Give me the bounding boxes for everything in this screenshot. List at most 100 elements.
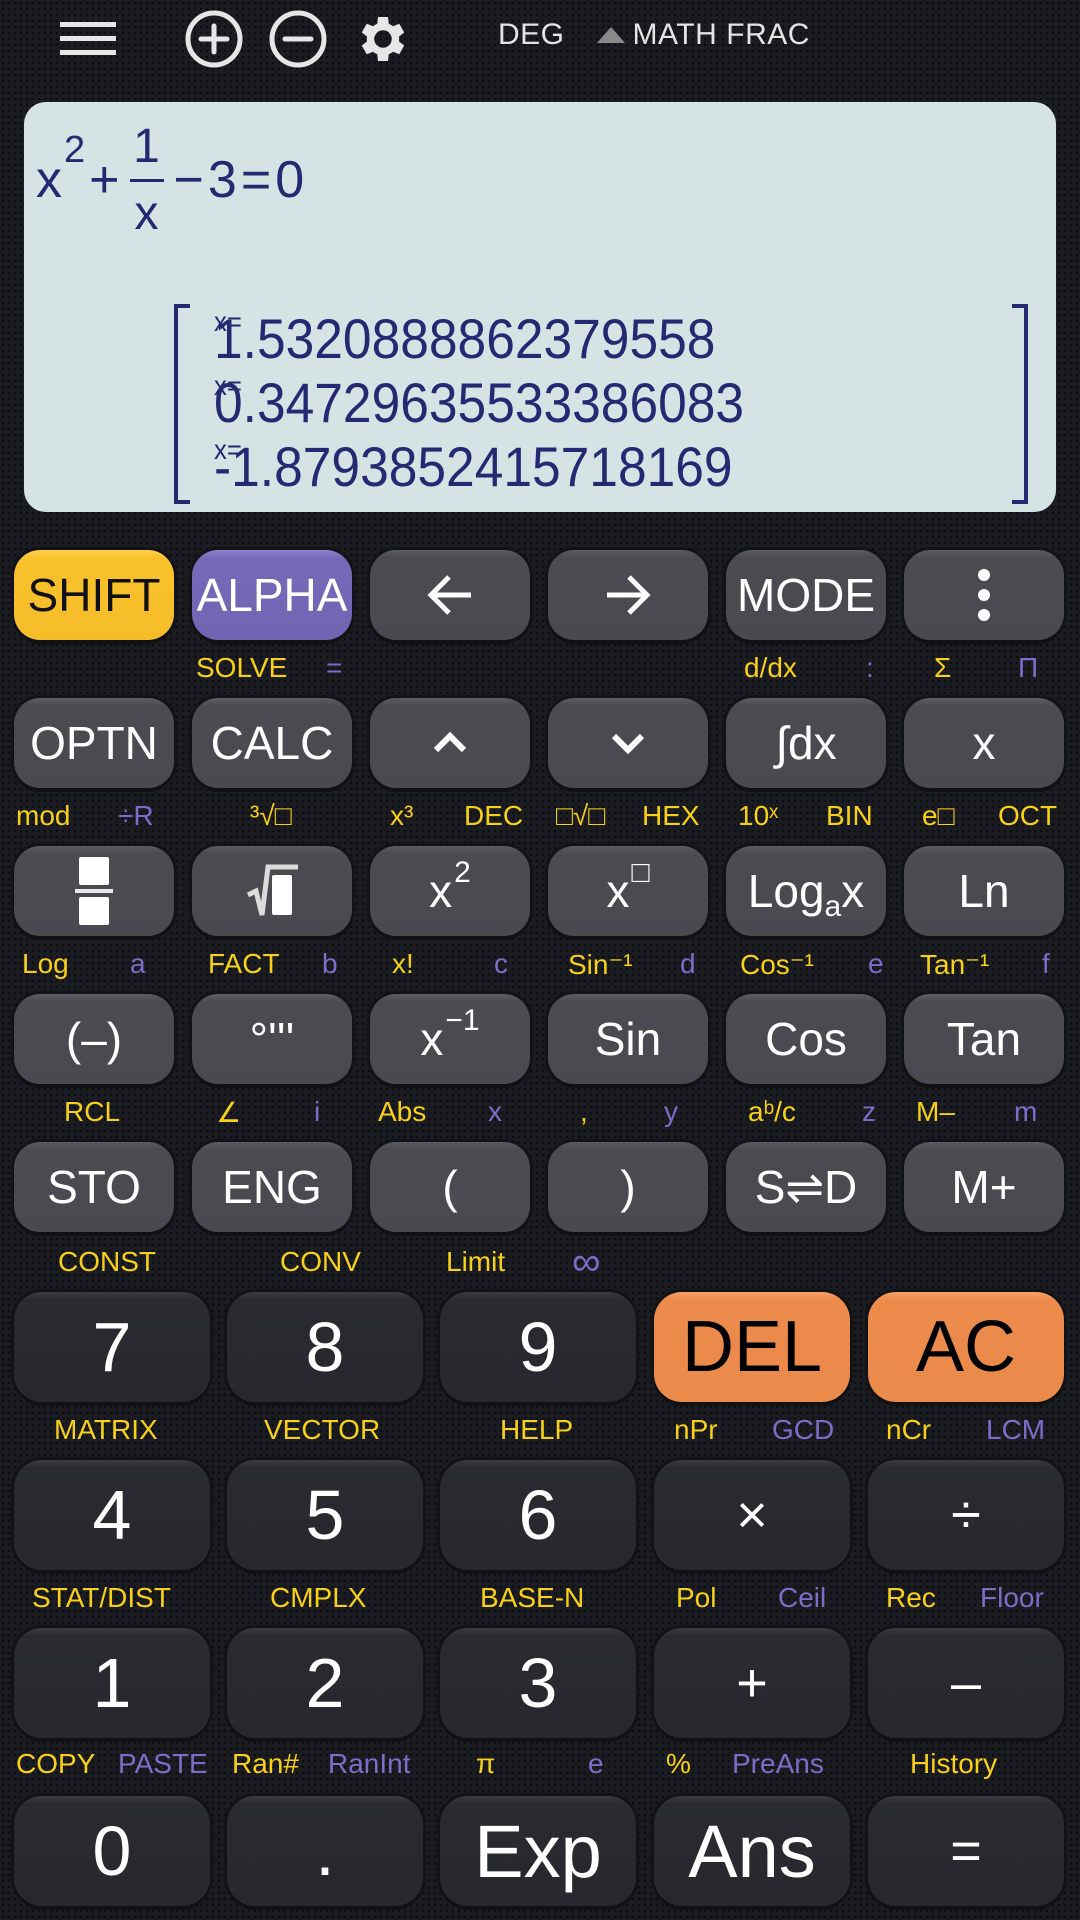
key-sin[interactable]: Sin <box>548 994 708 1084</box>
key-ans[interactable]: Ans <box>654 1796 850 1906</box>
shift-function-tan: Tan⁻¹ <box>920 949 990 980</box>
shift-function-pol: Pol <box>676 1582 717 1613</box>
key-label: × <box>736 1485 768 1545</box>
key-calc[interactable]: CALC <box>192 698 352 788</box>
key-cos[interactable]: Cos <box>726 994 886 1084</box>
key-degrees-minutes-seconds[interactable]: °''' <box>192 994 352 1084</box>
shift-function-abs: Abs <box>378 1096 427 1127</box>
key-square[interactable]: x2 <box>370 846 530 936</box>
key-cursor-down[interactable] <box>548 698 708 788</box>
key-variable-x[interactable]: x <box>904 698 1064 788</box>
eq-plus: + <box>89 151 120 209</box>
key-cursor-up[interactable] <box>370 698 530 788</box>
key-8[interactable]: 8 <box>227 1292 423 1402</box>
key-optn[interactable]: OPTN <box>14 698 174 788</box>
secondary-labels-row1: SOLVE = d/dx: Σ Π <box>0 652 1080 688</box>
key-add[interactable]: + <box>654 1628 850 1738</box>
secondary-labels-row2: mod ÷R ³√□ x³ DEC □√□ HEX 10ˣ BIN e□ OCT <box>0 800 1080 836</box>
key-reciprocal[interactable]: x −1 <box>370 994 530 1084</box>
key-eng[interactable]: ENG <box>192 1142 352 1232</box>
key-log-base[interactable]: Log a x <box>726 846 886 936</box>
shift-function-matrix: MATRIX <box>54 1414 158 1445</box>
solution-label: x= <box>214 434 242 465</box>
key-4[interactable]: 4 <box>14 1460 210 1570</box>
key-0[interactable]: 0 <box>14 1796 210 1906</box>
key-divide[interactable]: ÷ <box>868 1460 1064 1570</box>
key-7[interactable]: 7 <box>14 1292 210 1402</box>
key-close-paren[interactable]: ) <box>548 1142 708 1232</box>
zoom-in-icon[interactable] <box>184 10 244 68</box>
key-label: Log <box>747 865 825 917</box>
solution-matrix: x= 1.5320888862379558 x= 0.347296355333860… <box>174 304 1028 504</box>
key-multiply[interactable]: × <box>654 1460 850 1570</box>
key-exp[interactable]: Exp <box>440 1796 636 1906</box>
key-del[interactable]: DEL <box>654 1292 850 1402</box>
key-open-paren[interactable]: ( <box>370 1142 530 1232</box>
eq-numerator: 1 <box>133 119 160 173</box>
output-format: FRAC <box>726 18 810 51</box>
key-6[interactable]: 6 <box>440 1460 636 1570</box>
eq-minus: − <box>173 151 204 209</box>
key-alpha[interactable]: ALPHA <box>192 550 352 640</box>
key-power[interactable]: x □ <box>548 846 708 936</box>
key-label: 4 <box>92 1476 132 1554</box>
key-subtract[interactable]: – <box>868 1628 1064 1738</box>
key-2[interactable]: 2 <box>227 1628 423 1738</box>
menu-icon[interactable] <box>60 10 120 68</box>
key-5[interactable]: 5 <box>227 1460 423 1570</box>
shift-function-dec: DEC <box>464 800 524 831</box>
fraction-bar <box>129 178 164 182</box>
key-3[interactable]: 3 <box>440 1628 636 1738</box>
zoom-out-icon[interactable] <box>268 10 328 68</box>
key-cursor-left[interactable] <box>370 550 530 640</box>
settings-icon[interactable] <box>352 10 414 68</box>
status-indicators: DEG MATH FRAC <box>498 18 810 52</box>
alpha-function-lcm: LCM <box>986 1414 1046 1445</box>
shift-function-sym: ³√□ <box>250 800 292 831</box>
key-label: Sin <box>594 1013 662 1065</box>
key-decimal-point[interactable]: . <box>227 1796 423 1906</box>
shift-function-const: CONST <box>58 1246 156 1277</box>
eq-rhs: 0 <box>275 151 305 209</box>
shift-function-x: x! <box>392 948 414 979</box>
key-tan[interactable]: Tan <box>904 994 1064 1084</box>
key-cursor-right[interactable] <box>548 550 708 640</box>
square-root-icon <box>246 864 298 916</box>
key-sto[interactable]: STO <box>14 1142 174 1232</box>
key-label: 1 <box>92 1644 132 1722</box>
shift-function-copy: COPY <box>16 1748 96 1779</box>
shift-function-sym: ∠ <box>216 1097 242 1128</box>
key-ln[interactable]: Ln <box>904 846 1064 936</box>
key-1[interactable]: 1 <box>14 1628 210 1738</box>
chevron-up-icon <box>433 731 467 753</box>
alpha-function-sym: ∞ <box>572 1240 601 1284</box>
alpha-function-sym: : <box>866 652 874 683</box>
key-more[interactable] <box>904 550 1064 640</box>
key-label: MODE <box>737 569 875 621</box>
key-label: 7 <box>92 1308 132 1386</box>
key-s-to-d[interactable]: S⇌D <box>726 1142 886 1232</box>
key-ac[interactable]: AC <box>868 1292 1064 1402</box>
key-label: Ans <box>688 1809 816 1893</box>
key-label: x <box>972 717 996 769</box>
key-fraction[interactable] <box>14 846 174 936</box>
shift-function-help: HELP <box>500 1414 574 1445</box>
key-label: DEL <box>681 1307 823 1387</box>
eq-denominator: x <box>134 186 159 240</box>
alpha-function-c: c <box>494 948 508 979</box>
solution-label: x= <box>214 370 242 401</box>
key-label: 6 <box>518 1476 558 1554</box>
key-m-plus[interactable]: M+ <box>904 1142 1064 1232</box>
key-9[interactable]: 9 <box>440 1292 636 1402</box>
shift-function-mod: mod <box>16 800 71 831</box>
eq-exponent: 2 <box>64 128 86 171</box>
key-square-root[interactable] <box>192 846 352 936</box>
eq-equals: = <box>240 151 272 209</box>
key-mode[interactable]: MODE <box>726 550 886 640</box>
key-negative[interactable]: (–) <box>14 994 174 1084</box>
alpha-function-floor: Floor <box>980 1582 1044 1613</box>
key-equals[interactable]: = <box>868 1796 1064 1906</box>
key-shift[interactable]: SHIFT <box>14 550 174 640</box>
key-integral[interactable]: ∫dx <box>726 698 886 788</box>
shift-function-ncr: nCr <box>886 1414 932 1445</box>
